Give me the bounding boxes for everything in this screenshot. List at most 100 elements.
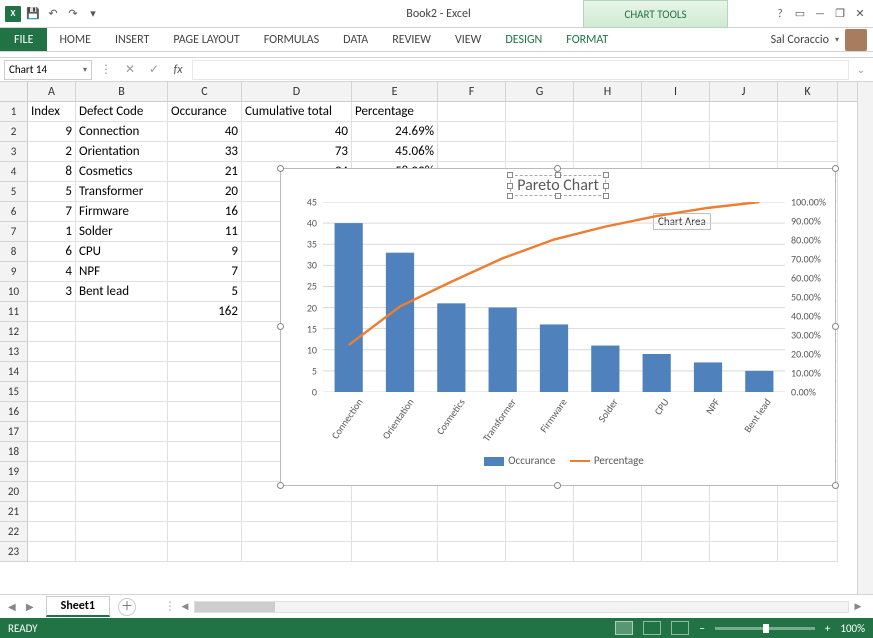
cell[interactable] (506, 502, 574, 522)
cell[interactable] (168, 502, 242, 522)
row-header[interactable]: 19 (0, 462, 28, 482)
ribbon-options-icon[interactable]: ▭ (791, 5, 809, 23)
col-H[interactable]: H (574, 82, 642, 101)
cell[interactable] (28, 482, 76, 502)
name-box[interactable]: Chart 14▾ (4, 60, 92, 80)
cell[interactable] (710, 142, 778, 162)
row-header[interactable]: 17 (0, 422, 28, 442)
cell[interactable] (506, 142, 574, 162)
cell[interactable] (574, 102, 642, 122)
cell[interactable]: Cumulative total (242, 102, 352, 122)
cell[interactable] (642, 502, 710, 522)
cell[interactable] (76, 322, 168, 342)
cell[interactable] (778, 142, 838, 162)
cell[interactable] (642, 542, 710, 562)
col-K[interactable]: K (778, 82, 838, 101)
cell[interactable] (778, 502, 838, 522)
tab-file[interactable]: FILE (0, 28, 47, 51)
tab-design[interactable]: DESIGN (493, 28, 554, 51)
cell[interactable] (28, 362, 76, 382)
cell[interactable] (574, 522, 642, 542)
tab-data[interactable]: DATA (331, 28, 380, 51)
cell[interactable]: Percentage (352, 102, 438, 122)
cell[interactable] (242, 542, 352, 562)
cell[interactable]: CPU (76, 242, 168, 262)
tab-page-layout[interactable]: PAGE LAYOUT (161, 28, 251, 51)
cell[interactable]: 5 (168, 282, 242, 302)
col-C[interactable]: C (168, 82, 242, 101)
row-header[interactable]: 18 (0, 442, 28, 462)
col-A[interactable]: A (28, 82, 76, 101)
cell[interactable]: Orientation (76, 142, 168, 162)
cell[interactable] (352, 522, 438, 542)
cell[interactable] (76, 442, 168, 462)
insert-function-icon[interactable]: fx (168, 60, 188, 80)
col-I[interactable]: I (642, 82, 710, 101)
cell[interactable]: Connection (76, 122, 168, 142)
close-icon[interactable]: ✕ (851, 5, 869, 23)
chart-title[interactable]: Pareto Chart (281, 169, 835, 198)
cell[interactable] (168, 442, 242, 462)
cell[interactable] (438, 102, 506, 122)
cell[interactable] (28, 462, 76, 482)
row-header[interactable]: 12 (0, 322, 28, 342)
cell[interactable] (710, 542, 778, 562)
cell[interactable] (76, 422, 168, 442)
cell[interactable]: 73 (242, 142, 352, 162)
cell[interactable] (76, 462, 168, 482)
cell[interactable] (710, 102, 778, 122)
cell[interactable] (28, 342, 76, 362)
view-page-layout-icon[interactable] (643, 621, 661, 635)
col-G[interactable]: G (506, 82, 574, 101)
cell[interactable] (168, 482, 242, 502)
cell[interactable]: Bent lead (76, 282, 168, 302)
tab-home[interactable]: HOME (47, 28, 103, 51)
cell[interactable] (506, 122, 574, 142)
cell[interactable]: 2 (28, 142, 76, 162)
cell[interactable]: Firmware (76, 202, 168, 222)
row-header[interactable]: 10 (0, 282, 28, 302)
row-header[interactable]: 20 (0, 482, 28, 502)
cell[interactable]: 4 (28, 262, 76, 282)
sheet-tab[interactable]: Sheet1 (46, 596, 110, 617)
cell[interactable]: 40 (168, 122, 242, 142)
cell[interactable] (28, 422, 76, 442)
cell[interactable] (168, 402, 242, 422)
sheet-nav[interactable]: ◀ ▶ (8, 600, 38, 613)
cell[interactable] (76, 522, 168, 542)
avatar[interactable] (845, 29, 867, 51)
col-F[interactable]: F (438, 82, 506, 101)
tab-insert[interactable]: INSERT (103, 28, 161, 51)
cell[interactable] (28, 302, 76, 322)
tab-format[interactable]: FORMAT (554, 28, 620, 51)
cell[interactable] (168, 462, 242, 482)
cell[interactable]: Index (28, 102, 76, 122)
cell[interactable]: Defect Code (76, 102, 168, 122)
cell[interactable] (438, 122, 506, 142)
cell[interactable] (242, 502, 352, 522)
cell[interactable] (28, 442, 76, 462)
expand-formula-icon[interactable]: ⌄ (853, 63, 869, 76)
zoom-slider[interactable] (715, 627, 815, 630)
cell[interactable] (168, 362, 242, 382)
cell[interactable] (352, 542, 438, 562)
col-D[interactable]: D (242, 82, 352, 101)
cell[interactable]: 6 (28, 242, 76, 262)
cell[interactable]: 45.06% (352, 142, 438, 162)
vertical-scrollbar[interactable] (857, 82, 873, 594)
row-header[interactable]: 22 (0, 522, 28, 542)
cell[interactable] (168, 382, 242, 402)
cell[interactable] (28, 542, 76, 562)
cell[interactable]: 16 (168, 202, 242, 222)
zoom-out-icon[interactable]: − (699, 622, 704, 635)
cell[interactable]: 21 (168, 162, 242, 182)
tab-formulas[interactable]: FORMULAS (252, 28, 331, 51)
cell[interactable] (168, 322, 242, 342)
cell[interactable] (642, 522, 710, 542)
cell[interactable]: 24.69% (352, 122, 438, 142)
cell[interactable] (710, 522, 778, 542)
col-J[interactable]: J (710, 82, 778, 101)
tab-review[interactable]: REVIEW (380, 28, 443, 51)
worksheet[interactable]: A B C D E F G H I J K 1IndexDefect CodeO… (0, 82, 857, 594)
row-header[interactable]: 14 (0, 362, 28, 382)
